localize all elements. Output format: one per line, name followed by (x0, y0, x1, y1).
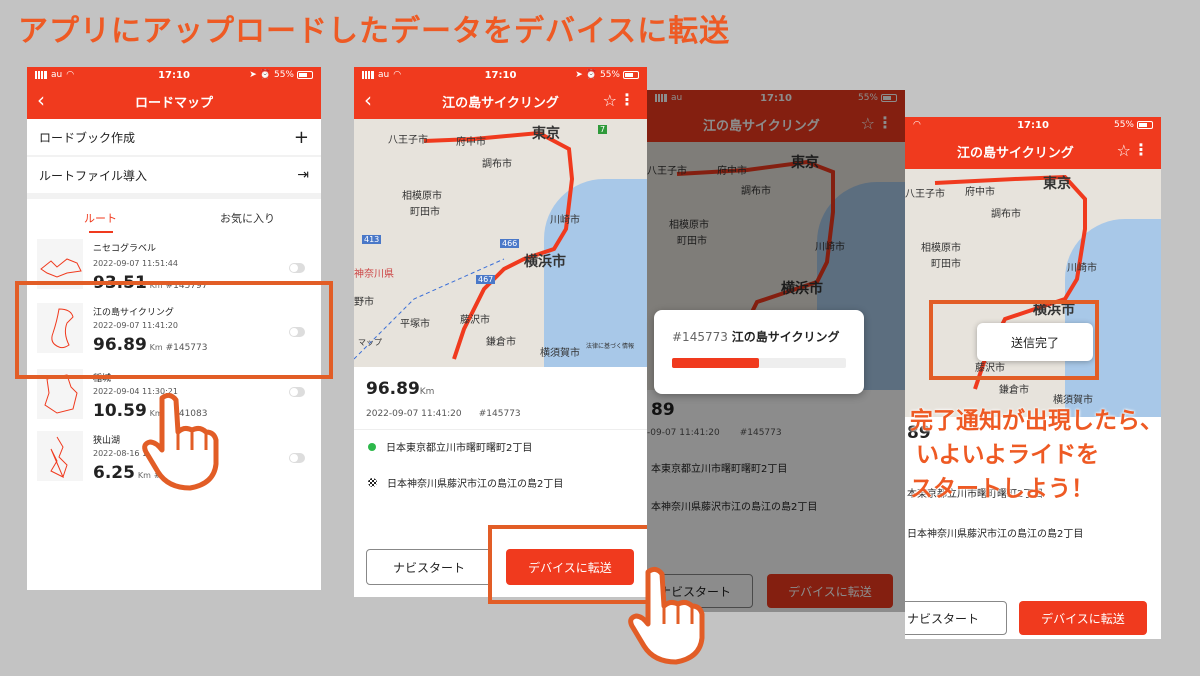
status-bar: au ◠ 17:10 ➤ ⏰ 55% (27, 67, 321, 83)
status-bar: au ◠ 17:10 ➤ ⏰ 55% (354, 67, 647, 83)
battery-icon (297, 71, 313, 79)
navi-start-button[interactable]: ナビスタート (905, 601, 1007, 635)
highlight-box (15, 281, 333, 379)
page-title: 江の島サイクリング (442, 95, 559, 111)
sync-toggle[interactable] (289, 263, 305, 273)
nav-bar: 江の島サイクリング ☆ ⋮ (905, 133, 1161, 169)
menu-import-route[interactable]: ルートファイル導入 ⇥ (27, 157, 321, 193)
plus-icon: + (293, 126, 309, 148)
callout-text: 完了通知が出現したら、 いよいよライドを スタートしよう！ (910, 408, 1163, 502)
transfer-button[interactable]: デバイスに転送 (1019, 601, 1147, 635)
more-icon[interactable]: ⋮ (1133, 140, 1149, 159)
route-distance: 96.89 (366, 379, 420, 399)
star-icon[interactable]: ☆ (1117, 141, 1131, 160)
page-title: 江の島サイクリング (957, 145, 1074, 161)
pointing-hand-icon (628, 566, 705, 665)
nav-bar: ‹ 江の島サイクリング ☆ ⋮ (354, 83, 647, 119)
page-heading: アプリにアップロードしたデータをデバイスに転送 (18, 14, 731, 49)
route-thumbnail (37, 431, 83, 481)
pointing-hand-icon (142, 392, 219, 491)
progress-fill (672, 358, 759, 368)
sync-toggle[interactable] (289, 387, 305, 397)
phone-route-detail: au ◠ 17:10 ➤ ⏰ 55% ‹ 江の島サイクリング ☆ ⋮ 八王子市 府中市… (354, 67, 647, 597)
more-icon[interactable]: ⋮ (619, 90, 635, 109)
import-icon: ⇥ (297, 167, 309, 183)
page-title: ロードマップ (134, 95, 213, 111)
highlight-box (929, 300, 1099, 380)
battery-icon (623, 71, 639, 79)
menu-create-roadbook[interactable]: ロードブック作成 + (27, 119, 321, 155)
navi-start-button[interactable]: ナビスタート (366, 549, 492, 585)
status-bar: ◠ 17:10 55% (905, 117, 1161, 133)
tab-favorites[interactable]: お気に入り (174, 199, 321, 237)
back-icon[interactable]: ‹ (37, 88, 45, 112)
back-icon[interactable]: ‹ (364, 88, 372, 112)
nav-bar: ‹ ロードマップ (27, 83, 321, 119)
battery-icon (1137, 121, 1153, 129)
tab-routes[interactable]: ルート (27, 199, 174, 237)
progress-bar (672, 358, 846, 368)
end-address: 日本神奈川県藤沢市江の島江の島2丁目 (368, 475, 563, 490)
star-icon[interactable]: ☆ (603, 91, 617, 110)
start-address: 日本東京都立川市曙町曙町2丁目 (368, 439, 532, 454)
sync-toggle[interactable] (289, 453, 305, 463)
transfer-progress-dialog: #145773 江の島サイクリング (654, 310, 864, 394)
